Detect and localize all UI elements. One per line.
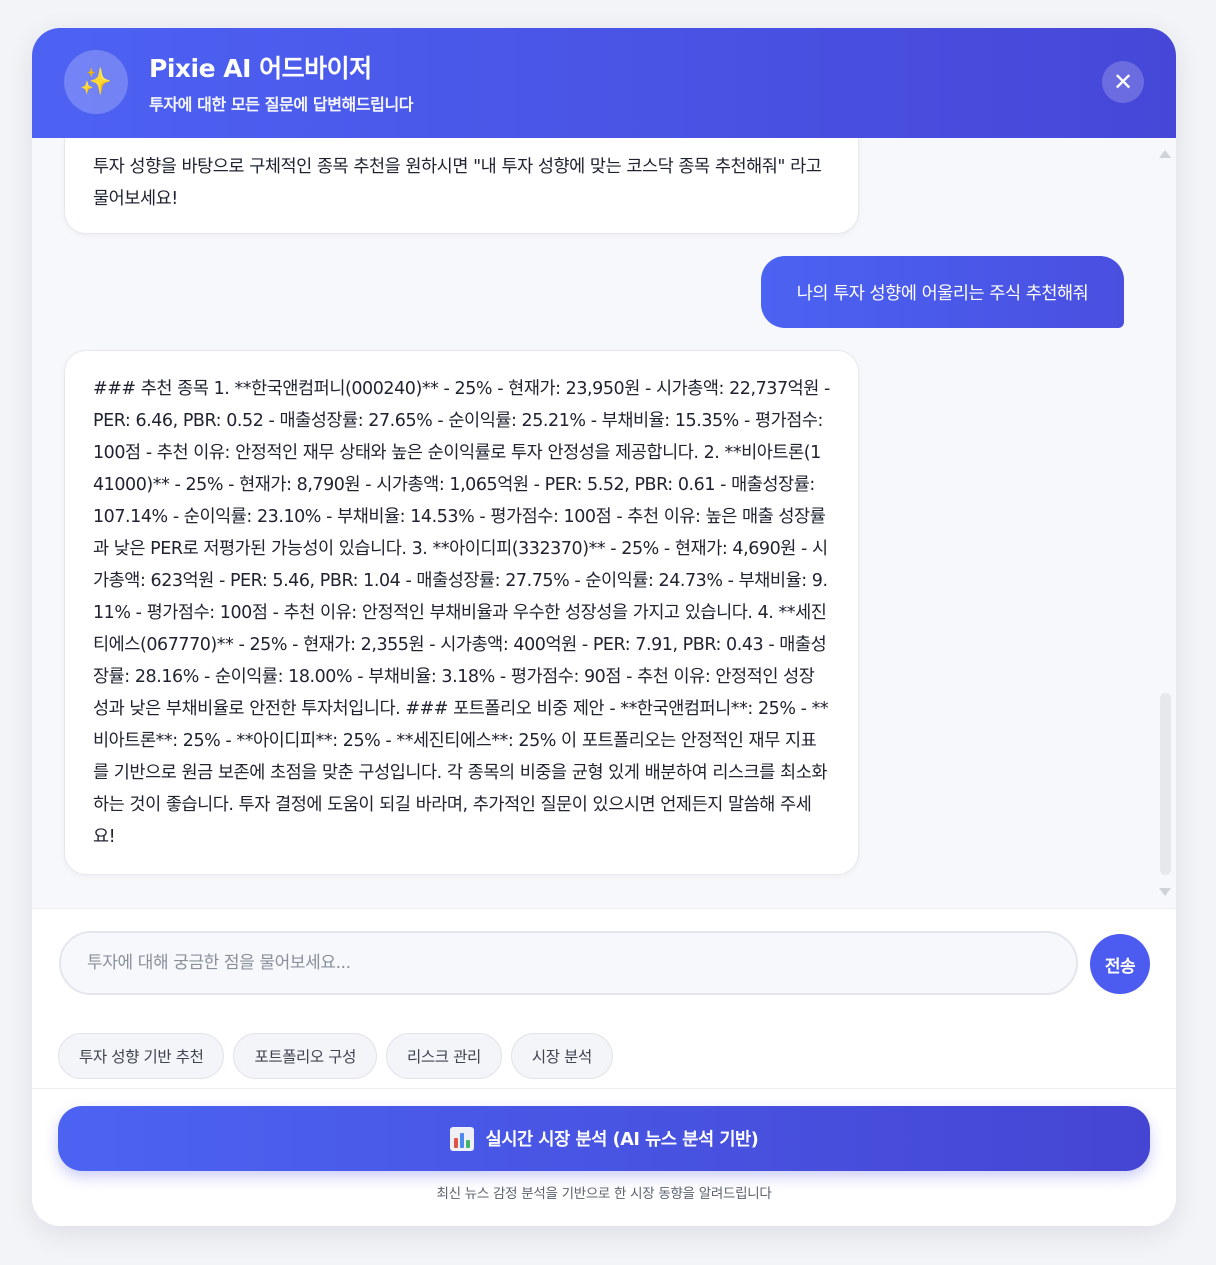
market-analysis-label: 실시간 시장 분석 (AI 뉴스 분석 기반) (485, 1130, 759, 1150)
chat-header: ✨ Pixie AI 어드바이저 투자에 대한 모든 질문에 답변해드립니다 ✕ (32, 28, 1176, 138)
quick-action-chip[interactable]: 시장 분석 (510, 1033, 613, 1079)
scrollbar-thumb[interactable] (1160, 693, 1171, 875)
footer-note: 최신 뉴스 감정 분석을 기반으로 한 시장 동향을 알려드립니다 (436, 1186, 772, 1202)
footer: 실시간 시장 분석 (AI 뉴스 분석 기반) 최신 뉴스 감정 분석을 기반으… (32, 1088, 1176, 1226)
scroll-down-arrow[interactable] (1159, 888, 1171, 896)
quick-action-chip[interactable]: 포트폴리오 구성 (233, 1033, 378, 1079)
assistant-message: 투자 성향을 바탕으로 구체적인 종목 추천을 원하시면 "내 투자 성향에 맞… (64, 138, 859, 234)
chat-input[interactable] (59, 931, 1078, 995)
assistant-message: ### 추천 종목 1. **한국앤컴퍼니(000240)** - 25% - … (64, 350, 859, 875)
user-message: 나의 투자 성향에 어울리는 주식 추천해줘 (761, 256, 1124, 328)
quick-action-chip[interactable]: 투자 성향 기반 추천 (58, 1033, 225, 1079)
close-icon: ✕ (1112, 68, 1134, 96)
send-button[interactable]: 전송 (1090, 934, 1150, 994)
scroll-up-arrow[interactable] (1159, 150, 1171, 158)
quick-actions: 투자 성향 기반 추천 포트폴리오 구성 리스크 관리 시장 분석 (58, 1033, 613, 1079)
message-list[interactable]: 투자 성향을 바탕으로 구체적인 종목 추천을 원하시면 "내 투자 성향에 맞… (32, 138, 1176, 908)
advisor-chat-dialog: ✨ Pixie AI 어드바이저 투자에 대한 모든 질문에 답변해드립니다 ✕… (32, 28, 1176, 1226)
composer: 전송 투자 성향 기반 추천 포트폴리오 구성 리스크 관리 시장 분석 (32, 908, 1176, 1088)
sparkles-icon: ✨ (64, 50, 128, 114)
chat-title: Pixie AI 어드바이저 (149, 54, 372, 83)
market-analysis-button[interactable]: 실시간 시장 분석 (AI 뉴스 분석 기반) (58, 1106, 1150, 1171)
chat-subtitle: 투자에 대한 모든 질문에 답변해드립니다 (149, 95, 414, 114)
close-button[interactable]: ✕ (1102, 61, 1144, 103)
bar-chart-icon (449, 1126, 474, 1151)
quick-action-chip[interactable]: 리스크 관리 (386, 1033, 502, 1079)
